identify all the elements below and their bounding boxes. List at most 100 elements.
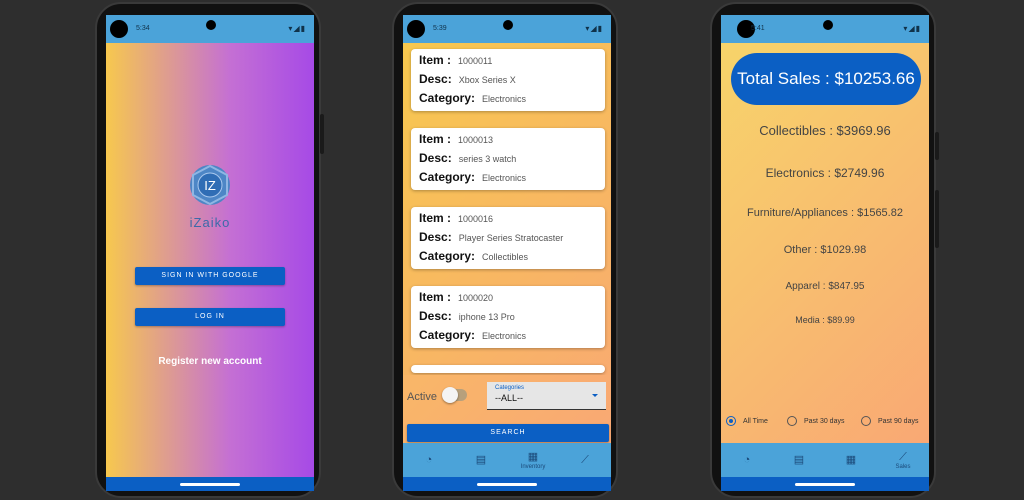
phone-inventory: 5:39 ▾◢▮ Item : 1000011 Desc: Xbox Series … bbox=[392, 2, 618, 498]
inventory-icon: ▦ bbox=[845, 453, 857, 466]
item-category: Electronics bbox=[482, 331, 527, 341]
item-label: Item : bbox=[419, 211, 452, 225]
desc-label: Desc: bbox=[419, 72, 452, 86]
item-description: iphone 13 Pro bbox=[458, 312, 515, 322]
item-number: 1000011 bbox=[458, 56, 493, 66]
login-screen: 5:34 ▾◢▮ IZ iZaiko SIGN IN WITH GOOGLE L… bbox=[106, 15, 314, 491]
status-icons: ▾◢▮ bbox=[903, 24, 921, 33]
dashboard-icon: ◔ bbox=[425, 453, 433, 466]
nav-dashboard[interactable]: ◔ bbox=[721, 443, 773, 477]
range-all-time[interactable]: All Time bbox=[726, 416, 768, 426]
login-background: IZ iZaiko SIGN IN WITH GOOGLE LOG IN Reg… bbox=[106, 43, 314, 477]
radio-icon bbox=[861, 416, 871, 426]
app-name: iZaiko bbox=[189, 215, 231, 230]
categories-dropdown[interactable]: Categories --ALL-- bbox=[487, 382, 606, 410]
phone-sales: 5:41 ▾◢▮ Total Sales : $10253.66 Collect… bbox=[710, 2, 939, 498]
item-category: Collectibles bbox=[482, 252, 529, 262]
item-description: Xbox Series X bbox=[458, 75, 516, 85]
toggle-knob bbox=[442, 387, 458, 403]
volume-button bbox=[320, 114, 324, 154]
status-icons: ▾◢▮ bbox=[288, 24, 306, 33]
active-toggle[interactable] bbox=[442, 387, 467, 403]
front-camera-icon bbox=[503, 20, 513, 30]
inventory-card-partial[interactable] bbox=[411, 365, 605, 373]
category-label: Category: bbox=[419, 91, 476, 105]
nav-inventory[interactable]: ▦ bbox=[825, 443, 877, 477]
izaiko-logo-icon: IZ bbox=[190, 164, 230, 206]
add-item-icon: ▤ bbox=[475, 453, 487, 466]
desc-label: Desc: bbox=[419, 309, 452, 323]
front-camera-icon bbox=[823, 20, 833, 30]
sales-category-media: Media : $89.99 bbox=[795, 315, 855, 325]
nav-inventory-label: Inventory bbox=[520, 463, 546, 470]
nav-sales-label: Sales bbox=[895, 463, 911, 470]
sales-category-electronics: Electronics : $2749.96 bbox=[765, 166, 885, 180]
bottom-nav: ◔ ▤ ▦ Inventory ⟋ bbox=[403, 443, 611, 477]
item-category: Electronics bbox=[482, 94, 527, 104]
home-indicator[interactable] bbox=[180, 483, 240, 486]
log-in-button[interactable]: LOG IN bbox=[135, 308, 285, 326]
sales-chart-icon: ⟋ bbox=[899, 450, 907, 463]
range-past-30-days[interactable]: Past 30 days bbox=[787, 416, 844, 426]
item-description: Player Series Stratocaster bbox=[458, 233, 564, 243]
inventory-screen: 5:39 ▾◢▮ Item : 1000011 Desc: Xbox Series … bbox=[403, 15, 611, 491]
nav-add-item[interactable]: ▤ bbox=[773, 443, 825, 477]
gesture-bar bbox=[721, 477, 929, 491]
sales-chart-icon: ⟋ bbox=[581, 453, 589, 466]
inventory-card[interactable]: Item : 1000016 Desc: Player Series Stratoc… bbox=[411, 207, 605, 269]
status-time: 5:39 bbox=[433, 25, 447, 32]
item-number: 1000013 bbox=[458, 135, 494, 145]
category-label: Category: bbox=[419, 328, 476, 342]
nav-dashboard[interactable]: ◔ bbox=[403, 443, 455, 477]
status-time: 5:41 bbox=[751, 25, 765, 32]
inventory-icon: ▦ bbox=[527, 450, 539, 463]
volume-button bbox=[935, 190, 939, 248]
status-bar: 5:41 ▾◢▮ bbox=[721, 15, 929, 43]
dropdown-arrow-icon bbox=[592, 394, 598, 397]
home-indicator[interactable] bbox=[477, 483, 537, 486]
radio-selected-icon bbox=[726, 416, 736, 426]
item-number: 1000016 bbox=[458, 214, 494, 224]
front-camera-icon bbox=[206, 20, 216, 30]
item-label: Item : bbox=[419, 132, 452, 146]
total-sales-badge: Total Sales : $10253.66 bbox=[731, 53, 921, 105]
status-bar: 5:34 ▾◢▮ bbox=[106, 15, 314, 43]
status-time: 5:34 bbox=[136, 25, 150, 32]
nav-sales[interactable]: ⟋ Sales bbox=[877, 443, 929, 477]
inventory-card[interactable]: Item : 1000013 Desc: series 3 watch Catego… bbox=[411, 128, 605, 190]
sales-category-collectibles: Collectibles : $3969.96 bbox=[759, 123, 891, 138]
sales-summary: Total Sales : $10253.66 Collectibles : $… bbox=[721, 43, 929, 443]
add-item-icon: ▤ bbox=[793, 453, 805, 466]
sales-screen: 5:41 ▾◢▮ Total Sales : $10253.66 Collect… bbox=[721, 15, 929, 491]
inventory-card[interactable]: Item : 1000020 Desc: iphone 13 Pro Categor… bbox=[411, 286, 605, 348]
nav-sales[interactable]: ⟋ bbox=[559, 443, 611, 477]
phone-login: 5:34 ▾◢▮ IZ iZaiko SIGN IN WITH GOOGLE L… bbox=[95, 2, 324, 498]
nav-inventory[interactable]: ▦ Inventory bbox=[507, 443, 559, 477]
gesture-bar bbox=[403, 477, 611, 491]
svg-text:IZ: IZ bbox=[204, 178, 216, 193]
categories-label: Categories bbox=[495, 385, 525, 391]
register-link[interactable]: Register new account bbox=[106, 356, 314, 367]
gesture-bar bbox=[106, 477, 314, 491]
range-past-90-days[interactable]: Past 90 days bbox=[861, 416, 918, 426]
sign-in-google-button[interactable]: SIGN IN WITH GOOGLE bbox=[135, 267, 285, 285]
desc-label: Desc: bbox=[419, 151, 452, 165]
power-button bbox=[935, 132, 939, 160]
item-description: series 3 watch bbox=[458, 154, 517, 164]
search-button[interactable]: SEARCH bbox=[407, 424, 609, 442]
item-category: Electronics bbox=[482, 173, 527, 183]
inventory-list[interactable]: Item : 1000011 Desc: Xbox Series X Categor… bbox=[403, 43, 611, 443]
desc-label: Desc: bbox=[419, 230, 452, 244]
radio-icon bbox=[787, 416, 797, 426]
camera-icon bbox=[110, 20, 128, 38]
category-label: Category: bbox=[419, 170, 476, 184]
status-bar: 5:39 ▾◢▮ bbox=[403, 15, 611, 43]
sales-category-furniture: Furniture/Appliances : $1565.82 bbox=[747, 207, 903, 219]
active-label: Active bbox=[407, 391, 437, 403]
nav-add-item[interactable]: ▤ bbox=[455, 443, 507, 477]
camera-icon bbox=[407, 20, 425, 38]
sales-category-other: Other : $1029.98 bbox=[783, 244, 867, 256]
home-indicator[interactable] bbox=[795, 483, 855, 486]
inventory-card[interactable]: Item : 1000011 Desc: Xbox Series X Categor… bbox=[411, 49, 605, 111]
status-icons: ▾◢▮ bbox=[585, 24, 603, 33]
